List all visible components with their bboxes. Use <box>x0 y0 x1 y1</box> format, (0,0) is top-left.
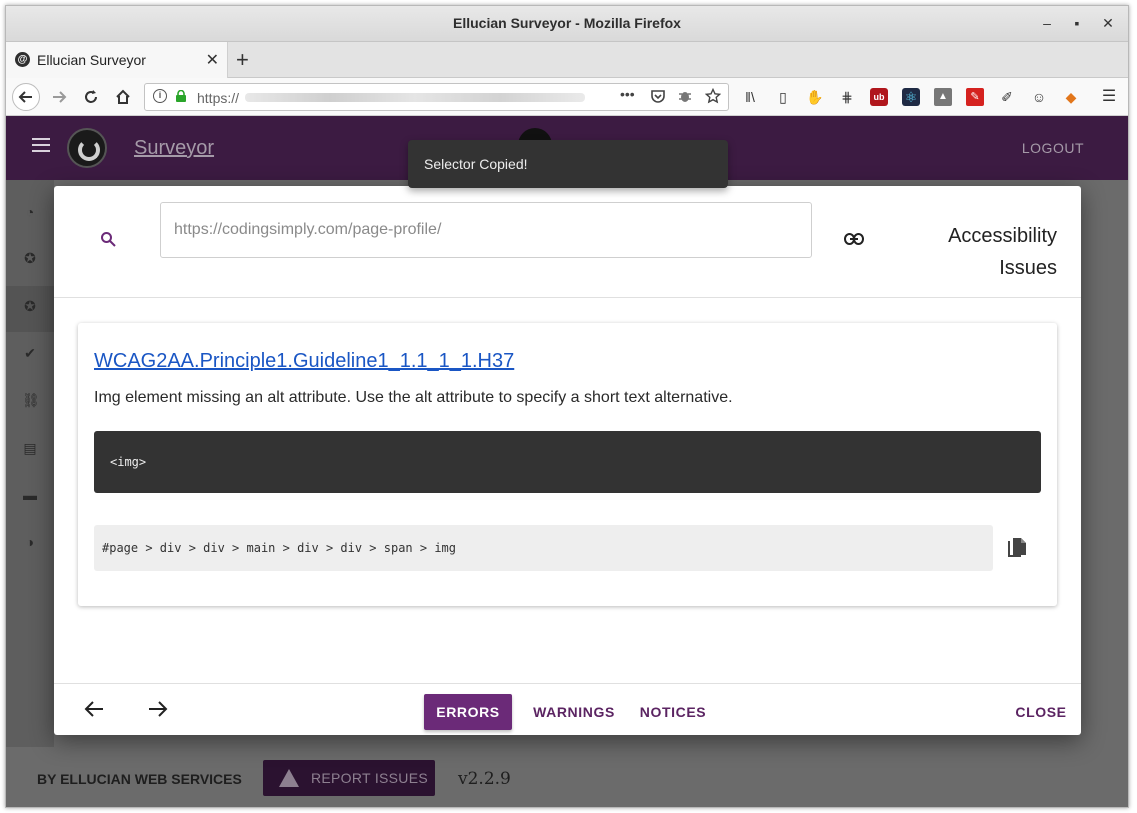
page-actions-icon[interactable]: ••• <box>620 86 635 102</box>
forward-button[interactable] <box>46 84 72 110</box>
pocket-icon[interactable] <box>650 88 666 104</box>
title-bar: Ellucian Surveyor - Mozilla Firefox – ▪ … <box>6 6 1128 42</box>
home-button[interactable] <box>110 84 136 110</box>
pencil-extension-icon[interactable]: ✎ <box>966 88 984 106</box>
tab-notices[interactable]: NOTICES <box>636 694 710 730</box>
minimize-button[interactable]: – <box>1038 15 1056 31</box>
sidebar-dashboard-icon[interactable]: ◔ <box>22 204 38 220</box>
maximize-button[interactable]: ▪ <box>1068 15 1086 31</box>
accessibility-issues-dialog: Accessibility Issues WCAG2AA.Principle1.… <box>54 186 1081 735</box>
lock-icon <box>176 90 186 102</box>
image-extension-icon[interactable]: ▲ <box>934 88 952 106</box>
grid-extension-icon[interactable]: ⋕ <box>838 88 856 106</box>
sidebar-broken-link-icon[interactable]: ⛓ <box>22 392 40 408</box>
surveyor-favicon-icon: @ <box>15 52 30 67</box>
link-icon[interactable] <box>844 232 864 246</box>
issue-rule-link[interactable]: WCAG2AA.Principle1.Guideline1_1.1_1_1.H3… <box>94 350 514 373</box>
eraser-extension-icon[interactable]: ✐ <box>998 88 1016 106</box>
sidebar-speed-icon[interactable]: ◑ <box>22 534 38 550</box>
issue-code-snippet: <img> <box>94 431 1041 493</box>
sidebar: ◔ ✪ ✪ ✔ ⛓ ▤ ▬ ◑ <box>6 180 54 807</box>
issue-description: Img element missing an alt attribute. Us… <box>94 389 733 406</box>
bug-icon[interactable] <box>677 88 693 104</box>
browser-window: Ellucian Surveyor - Mozilla Firefox – ▪ … <box>5 5 1129 808</box>
brand-link[interactable]: Surveyor <box>134 137 214 160</box>
address-bar[interactable]: i https:// ••• <box>144 83 729 111</box>
metamask-icon[interactable]: ◆ <box>1062 88 1080 106</box>
bookmark-star-icon[interactable] <box>705 88 721 104</box>
dialog-footer: ERRORS WARNINGS NOTICES CLOSE <box>54 683 1081 735</box>
sidebar-accessibility-issues-icon[interactable]: ✪ <box>22 298 38 314</box>
gnome-extension-icon[interactable]: ✋ <box>806 88 824 106</box>
arrow-right-icon <box>53 91 67 103</box>
dialog-title: Accessibility Issues <box>907 220 1057 284</box>
url-text: https:// <box>197 90 240 106</box>
tab-warnings[interactable]: WARNINGS <box>528 694 620 730</box>
selector-copied-toast: Selector Copied! <box>408 140 728 188</box>
report-issues-button[interactable]: REPORT ISSUES <box>263 760 435 796</box>
issue-card: WCAG2AA.Principle1.Guideline1_1.1_1_1.H3… <box>78 323 1057 606</box>
sidebar-accessibility-icon[interactable]: ✪ <box>22 250 38 266</box>
sidebar-code-file-icon[interactable]: ▤ <box>22 440 38 456</box>
tab-close-icon[interactable]: ✕ <box>206 50 219 70</box>
close-window-button[interactable]: ✕ <box>1099 15 1117 32</box>
library-icon[interactable]: ‖\ <box>741 88 759 106</box>
warning-icon <box>279 769 299 787</box>
issue-selector: #page > div > div > main > div > div > s… <box>94 525 993 571</box>
sidebar-window-icon[interactable]: ▬ <box>22 487 38 503</box>
dialog-title-line2: Issues <box>999 257 1057 279</box>
menu-icon[interactable]: ☰ <box>1100 88 1118 106</box>
new-tab-button[interactable]: + <box>236 47 249 73</box>
info-icon[interactable]: i <box>153 89 167 103</box>
close-button[interactable]: CLOSE <box>1012 694 1070 730</box>
home-icon <box>116 89 130 104</box>
back-button[interactable] <box>12 83 40 111</box>
surveyor-logo-icon <box>67 128 107 168</box>
report-issues-label: REPORT ISSUES <box>311 770 428 786</box>
sidebar-check-icon[interactable]: ✔ <box>22 345 38 361</box>
logout-button[interactable]: LOGOUT <box>1022 140 1084 156</box>
account-icon[interactable]: ☺ <box>1030 88 1048 106</box>
sidebar-icon[interactable]: ▯ <box>774 88 792 106</box>
navigation-toolbar: i https:// ••• ‖\ ▯ ✋ ⋕ ub ⚛ ▲ ✎ ✐ ☺ ◆ ☰ <box>6 78 1128 116</box>
ublock-icon[interactable]: ub <box>870 88 888 106</box>
url-redacted <box>245 93 585 102</box>
version-label: v2.2.9 <box>458 769 511 789</box>
tab-ellucian-surveyor[interactable]: @ Ellucian Surveyor ✕ <box>6 42 228 78</box>
tab-label: Ellucian Surveyor <box>37 52 146 68</box>
footer-credit: BY ELLUCIAN WEB SERVICES <box>37 771 242 787</box>
previous-arrow-icon[interactable] <box>83 699 105 719</box>
app-footer: BY ELLUCIAN WEB SERVICES REPORT ISSUES v… <box>6 747 1128 807</box>
reload-button[interactable] <box>78 84 104 110</box>
arrow-left-icon <box>18 91 32 103</box>
react-devtools-icon[interactable]: ⚛ <box>902 88 920 106</box>
page-url-input[interactable] <box>160 202 812 258</box>
next-arrow-icon[interactable] <box>147 699 169 719</box>
tab-errors[interactable]: ERRORS <box>424 694 512 730</box>
copy-icon[interactable] <box>1007 537 1027 559</box>
reload-icon <box>85 90 97 103</box>
tab-strip: @ Ellucian Surveyor ✕ + <box>6 42 1128 78</box>
hamburger-menu-icon[interactable] <box>32 138 50 152</box>
window-title: Ellucian Surveyor - Mozilla Firefox <box>453 15 681 31</box>
dialog-header-divider <box>54 297 1081 298</box>
search-icon <box>101 232 116 247</box>
dialog-title-line1: Accessibility <box>948 225 1057 247</box>
